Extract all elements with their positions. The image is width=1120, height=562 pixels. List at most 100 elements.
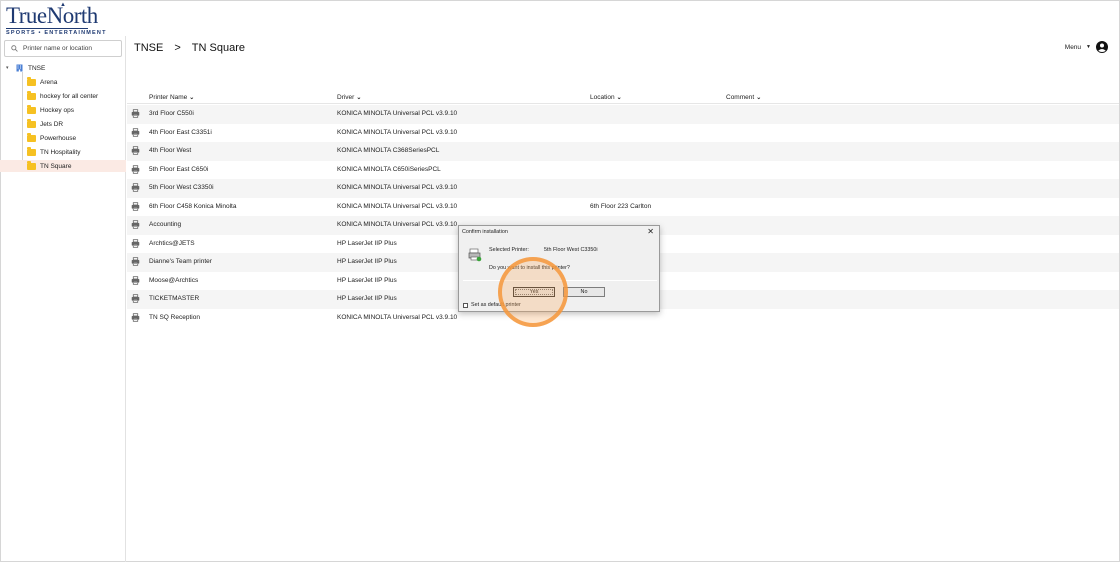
tree-item-jets-dr[interactable]: Jets DR [0,118,126,130]
menu-label: Menu [1064,43,1082,51]
driver-cell: KONICA MINOLTA Universal PCL v3.9.10 [337,128,458,136]
tree-item-label: hockey for all center [40,92,99,100]
printer-name-cell: Archtics@JETS [149,239,195,247]
driver-cell: KONICA MINOLTA C650iSeriesPCL [337,165,441,173]
printer-icon [131,164,140,176]
breadcrumb: TNSE > TN Square [134,42,245,54]
table-row[interactable]: 5th Floor East C650i KONICA MINOLTA C650i… [127,160,1119,179]
printer-icon [131,146,140,157]
tree-item-arena[interactable]: Arena [0,76,126,88]
tree-root-tnse[interactable]: ▾ TNSE [6,62,45,74]
column-printer-name[interactable]: Printer Name ⌄ [149,94,194,101]
breadcrumb-current: TN Square [191,42,245,54]
tree-item-powerhouse[interactable]: Powerhouse [0,132,126,144]
dialog-title: Confirm installation [462,229,508,235]
click-highlight [498,257,568,327]
column-comment[interactable]: Comment ⌄ [726,94,761,101]
column-label: Driver [337,94,355,101]
printer-icon [131,294,140,305]
driver-cell: HP LaserJet IIP Plus [337,276,397,284]
truenorth-logo: TrueNorth ▲ SPORTS • ENTERTAINMENT [6,2,105,36]
collapse-caret-icon[interactable]: ▾ [6,65,14,71]
sort-chevron-icon: ⌄ [189,95,195,101]
tree-item-label: TN Hospitality [40,148,81,156]
default-printer-checkbox[interactable] [463,302,468,308]
driver-cell: KONICA MINOLTA Universal PCL v3.9.10 [337,184,458,191]
building-icon [16,64,23,72]
selected-printer-label: Selected Printer: [489,247,529,253]
driver-cell: HP LaserJet IIP Plus [337,239,397,247]
printer-name-cell: 3rd Floor C550i [149,110,194,117]
column-label: Comment [726,94,755,101]
tree-item-tn-square[interactable]: TN Square [0,160,126,172]
table-row[interactable]: 3rd Floor C550i KONICA MINOLTA Universal … [127,105,1119,124]
printer-name-cell: TICKETMASTER [149,295,200,302]
sort-chevron-icon: ⌄ [756,95,762,101]
printer-name-cell: 5th Floor West C3350i [149,184,214,191]
printer-icon [131,109,140,120]
tree-item-tn-hospitality[interactable]: TN Hospitality [0,146,126,158]
sort-chevron-icon: ⌄ [356,95,362,101]
folder-icon [27,146,36,156]
table-row[interactable]: 4th Floor West KONICA MINOLTA C368SeriesP… [127,142,1119,161]
printer-icon [131,312,140,324]
sidebar: ▾ TNSE Arena hockey for all center Hocke… [0,36,126,562]
folder-icon [27,118,36,128]
printer-icon [131,183,140,194]
search-icon [11,45,18,52]
user-account-icon[interactable] [1096,41,1108,53]
selected-printer-value: 5th Floor West C3350i [544,247,598,253]
folder-icon [27,90,36,100]
column-driver[interactable]: Driver ⌄ [337,94,361,101]
driver-cell: KONICA MINOLTA C368SeriesPCL [337,147,440,154]
folder-icon [27,160,36,170]
driver-cell: KONICA MINOLTA Universal PCL v3.9.10 [337,221,458,228]
tree-item-label: Hockey ops [40,106,74,114]
printer-name-cell: 5th Floor East C650i [149,165,209,173]
menu-button[interactable]: Menu ▼ [1065,41,1108,53]
folder-icon [27,76,36,86]
logo-brand: TrueNorth [6,3,98,28]
table-row[interactable]: 6th Floor C458 Konica Minolta KONICA MINO… [127,197,1119,216]
table-row[interactable]: 5th Floor West C3350i KONICA MINOLTA Univ… [127,179,1119,198]
printer-icon [131,201,140,213]
column-label: Location [590,94,615,101]
printer-search[interactable] [4,40,122,57]
printer-install-icon [468,248,482,262]
logo-rule [6,28,88,29]
table-row[interactable]: 4th Floor East C3351i KONICA MINOLTA Univ… [127,123,1119,142]
printer-icon [131,257,140,268]
chevron-down-icon: ▼ [1086,44,1091,50]
sort-chevron-icon: ⌄ [616,95,622,101]
driver-cell: KONICA MINOLTA Universal PCL v3.9.10 [337,313,458,321]
logo-peak-icon: ▲ [60,2,66,8]
printer-icon [131,275,140,287]
close-icon[interactable]: ✕ [647,227,654,236]
printer-name-cell: 6th Floor C458 Konica Minolta [149,202,237,210]
search-input[interactable] [23,45,113,52]
driver-cell: KONICA MINOLTA Universal PCL v3.9.10 [337,202,458,210]
column-label: Printer Name [149,94,188,101]
tree-item-label: Jets DR [40,120,64,128]
column-location[interactable]: Location ⌄ [590,94,622,101]
printer-name-cell: 4th Floor West [149,147,192,154]
driver-cell: HP LaserJet IIP Plus [337,295,397,302]
tree-root-label: TNSE [28,64,46,72]
printer-name-cell: Moose@Archtics [149,276,199,284]
tree-item-label: Arena [40,78,58,86]
breadcrumb-root[interactable]: TNSE [134,42,163,54]
printer-name-cell: 4th Floor East C3351i [149,128,212,136]
driver-cell: HP LaserJet IIP Plus [337,258,397,265]
printer-icon [131,220,140,231]
tree-item-label: TN Square [40,162,72,170]
tree-item-hockey-for-all-center[interactable]: hockey for all center [0,90,126,102]
tree-item-label: Powerhouse [40,134,77,142]
no-button[interactable]: No [563,287,605,297]
tree-item-hockey-ops[interactable]: Hockey ops [0,104,126,116]
printer-name-cell: Dianne's Team printer [149,258,212,265]
folder-icon [27,104,36,114]
printer-table-header: Printer Name ⌄ Driver ⌄ Location ⌄ Comment ⌄ [127,92,1119,104]
printer-icon [131,127,140,139]
location-cell: 6th Floor 223 Carlton [590,202,652,210]
driver-cell: KONICA MINOLTA Universal PCL v3.9.10 [337,110,458,117]
